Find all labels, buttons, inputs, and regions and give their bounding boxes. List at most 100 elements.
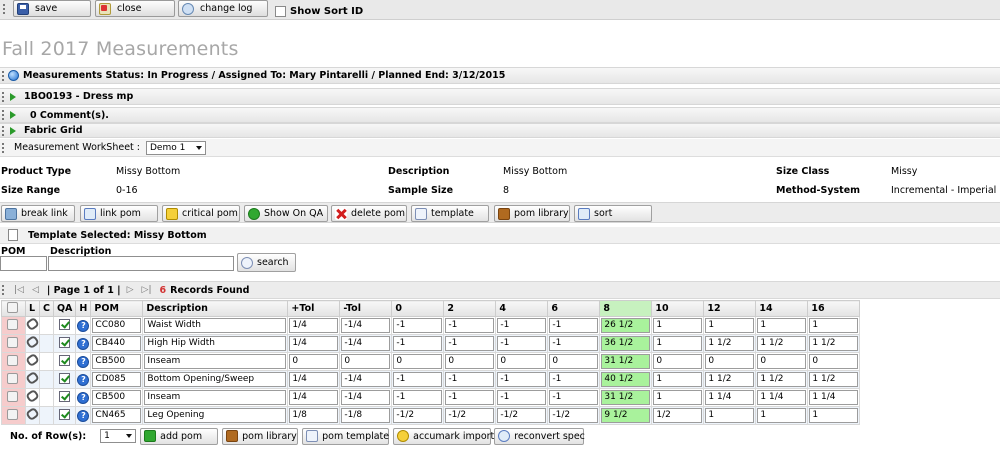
row-s10-cell[interactable]: 0	[651, 352, 705, 371]
link-pom-button[interactable]: link pom	[80, 205, 158, 222]
measure-input-s10[interactable]: 1/2	[653, 408, 703, 423]
measure-input-ptol[interactable]: 1/4	[289, 372, 339, 387]
row-s4-cell[interactable]: -1	[495, 316, 549, 335]
row-description-cell[interactable]: Bottom Opening/Sweep	[142, 370, 289, 389]
row-qa-cell[interactable]	[52, 316, 77, 335]
measure-input-s0[interactable]: -1	[393, 336, 443, 351]
row-select-cell[interactable]	[1, 334, 26, 353]
measure-input-s14[interactable]: 1	[757, 408, 807, 423]
row-s4-cell[interactable]: -1	[495, 334, 549, 353]
link-chain-icon[interactable]	[25, 334, 40, 350]
row-qa-cell[interactable]	[52, 352, 77, 371]
row-s2-cell[interactable]: -1	[443, 388, 497, 407]
row-s12-cell[interactable]: 1 1/4	[703, 388, 757, 407]
row-s16-cell[interactable]: 1 1/2	[807, 370, 861, 389]
measure-input-s2[interactable]: -1	[445, 318, 495, 333]
measure-input-ptol[interactable]: 0	[289, 354, 339, 369]
measure-input-ntol[interactable]: -1/4	[341, 318, 391, 333]
measure-input-s6[interactable]: -1	[549, 372, 599, 387]
row-s2-cell[interactable]: -1/2	[443, 406, 497, 425]
description-input[interactable]: High Hip Width	[144, 336, 287, 351]
row-s16-cell[interactable]: 1	[807, 316, 861, 335]
measure-input-s6[interactable]: -1	[549, 336, 599, 351]
row-select-checkbox[interactable]	[7, 318, 18, 330]
row-s0-cell[interactable]: 0	[391, 352, 445, 371]
row-qa-cell[interactable]	[52, 370, 77, 389]
measure-input-s16[interactable]: 0	[809, 354, 859, 369]
row-help-cell[interactable]: ?	[75, 316, 92, 335]
measure-input-s8[interactable]: 40 1/2	[601, 372, 651, 387]
last-page-icon[interactable]: ▷|	[142, 285, 152, 295]
row-qa-cell[interactable]	[52, 334, 77, 353]
row-s0-cell[interactable]: -1	[391, 316, 445, 335]
measure-input-ptol[interactable]: 1/4	[289, 318, 339, 333]
measure-input-s12[interactable]: 1	[705, 318, 755, 333]
row-select-cell[interactable]	[1, 352, 26, 371]
measure-input-s4[interactable]: -1	[497, 336, 547, 351]
row-ptol-cell[interactable]: 1/4	[287, 316, 341, 335]
measure-input-ptol[interactable]: 1/8	[289, 408, 339, 423]
delete-pom-button[interactable]: delete pom	[331, 205, 407, 222]
row-s0-cell[interactable]: -1	[391, 334, 445, 353]
measure-input-s6[interactable]: -1	[549, 390, 599, 405]
select-all-header[interactable]	[1, 300, 26, 317]
help-icon[interactable]: ?	[77, 373, 90, 386]
row-s4-cell[interactable]: -1	[495, 388, 549, 407]
measure-input-s8[interactable]: 36 1/2	[601, 336, 651, 351]
measure-input-s8[interactable]: 31 1/2	[601, 354, 651, 369]
first-page-icon[interactable]: |◁	[14, 285, 24, 295]
measure-input-s8[interactable]: 26 1/2	[601, 318, 651, 333]
measure-input-s4[interactable]: -1	[497, 390, 547, 405]
rows-count-select[interactable]: 1	[100, 429, 137, 443]
show-sort-id-toggle[interactable]: Show Sort ID	[275, 6, 363, 17]
link-chain-icon[interactable]	[25, 316, 40, 332]
row-description-cell[interactable]: Waist Width	[142, 316, 289, 335]
add-pom-button[interactable]: add pom	[140, 427, 219, 445]
sort-button[interactable]: sort	[574, 205, 652, 222]
show-sort-id-checkbox[interactable]	[275, 6, 286, 17]
measure-input-s14[interactable]: 1 1/2	[757, 336, 807, 351]
measure-input-s14[interactable]: 1	[757, 318, 807, 333]
row-help-cell[interactable]: ?	[75, 388, 92, 407]
help-icon[interactable]: ?	[77, 409, 90, 422]
measure-input-s4[interactable]: -1/2	[497, 408, 547, 423]
description-search-input[interactable]	[48, 256, 234, 271]
prev-page-icon[interactable]: ◁	[32, 285, 39, 295]
row-help-cell[interactable]: ?	[75, 406, 92, 425]
row-s10-cell[interactable]: 1	[651, 334, 705, 353]
row-s6-cell[interactable]: 0	[547, 352, 601, 371]
measure-input-s6[interactable]: 0	[549, 354, 599, 369]
row-select-checkbox[interactable]	[7, 390, 18, 402]
style-section[interactable]: 1BO0193 - Dress mp	[0, 88, 1000, 105]
link-chain-icon[interactable]	[25, 370, 40, 386]
measure-input-s12[interactable]: 1 1/4	[705, 390, 755, 405]
row-s2-cell[interactable]: 0	[443, 352, 497, 371]
measure-input-s16[interactable]: 1 1/2	[809, 336, 859, 351]
row-s0-cell[interactable]: -1/2	[391, 406, 445, 425]
measure-input-s4[interactable]: -1	[497, 372, 547, 387]
row-ptol-cell[interactable]: 0	[287, 352, 341, 371]
measure-input-s12[interactable]: 1 1/2	[705, 372, 755, 387]
break-link-button[interactable]: break link	[1, 205, 75, 222]
row-s8-cell[interactable]: 31 1/2	[599, 388, 653, 407]
row-description-cell[interactable]: High Hip Width	[142, 334, 289, 353]
row-s2-cell[interactable]: -1	[443, 316, 497, 335]
row-s6-cell[interactable]: -1	[547, 316, 601, 335]
row-s14-cell[interactable]: 1 1/2	[755, 370, 809, 389]
measurements-section[interactable]: Measurements Status: In Progress / Assig…	[0, 67, 1000, 84]
row-description-cell[interactable]: Inseam	[142, 352, 289, 371]
row-ptol-cell[interactable]: 1/8	[287, 406, 341, 425]
row-select-checkbox[interactable]	[7, 408, 18, 420]
comments-section[interactable]: 0 Comment(s).	[0, 107, 1000, 123]
expand-arrow-icon[interactable]	[10, 92, 16, 101]
description-input[interactable]: Leg Opening	[144, 408, 287, 423]
row-ntol-cell[interactable]: -1/4	[339, 388, 393, 407]
row-s4-cell[interactable]: 0	[495, 352, 549, 371]
measure-input-s6[interactable]: -1/2	[549, 408, 599, 423]
measure-input-s4[interactable]: -1	[497, 318, 547, 333]
pom-template-button[interactable]: pom template	[302, 427, 389, 445]
row-s6-cell[interactable]: -1	[547, 388, 601, 407]
qa-checkbox[interactable]	[59, 408, 71, 420]
link-chain-icon[interactable]	[25, 388, 40, 404]
row-s12-cell[interactable]: 1	[703, 406, 757, 425]
